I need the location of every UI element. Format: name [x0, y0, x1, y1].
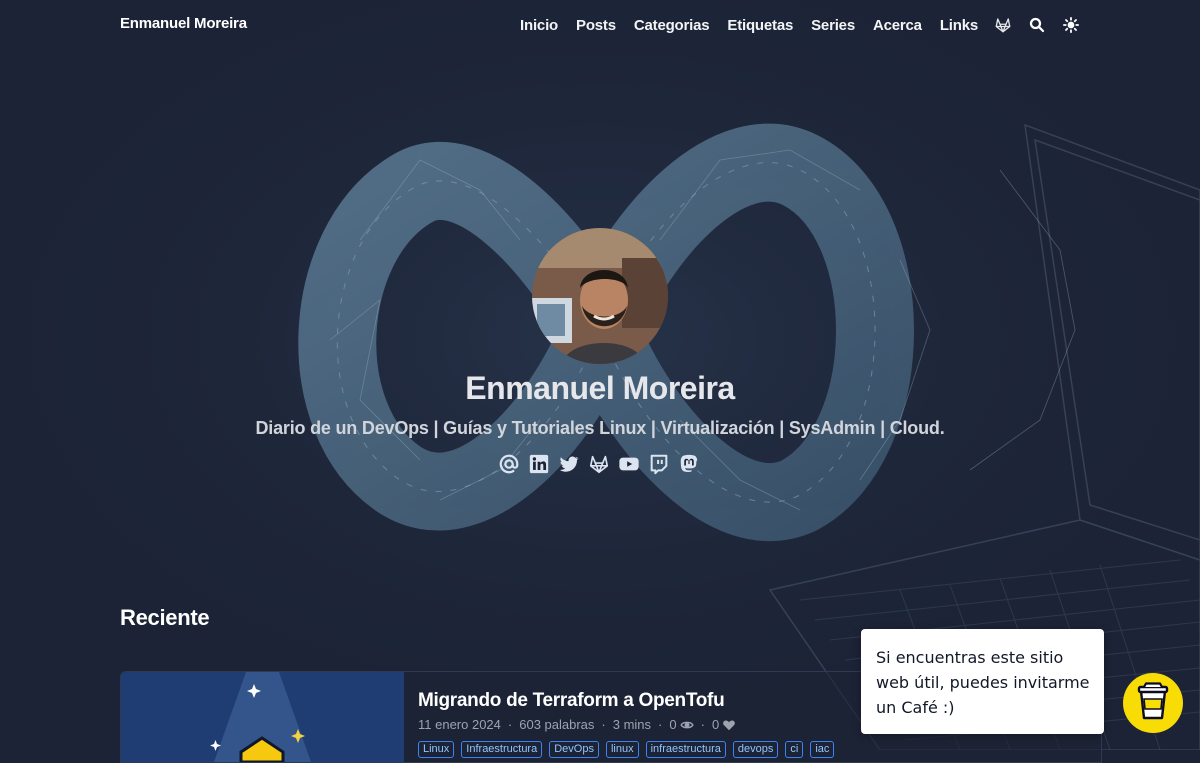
nav-link-categorias[interactable]: Categorias	[634, 17, 710, 34]
social-links	[498, 453, 708, 475]
linkedin-icon[interactable]	[528, 453, 550, 475]
post-read-time: 3 mins	[612, 717, 652, 732]
eye-icon	[680, 718, 694, 732]
meta-separator: ·	[700, 717, 705, 732]
recent-section-title: Reciente	[120, 605, 210, 630]
nav-link-etiquetas[interactable]: Etiquetas	[727, 17, 793, 34]
nav-link-acerca[interactable]: Acerca	[873, 17, 922, 34]
coffee-cup-icon	[1136, 681, 1170, 725]
post-title[interactable]: Migrando de Terraform a OpenTofu	[418, 690, 725, 712]
post-thumbnail	[121, 672, 404, 762]
gitlab-icon[interactable]	[588, 453, 610, 475]
post-views: 0	[669, 717, 677, 732]
mastodon-icon[interactable]	[678, 453, 700, 475]
meta-separator: ·	[601, 717, 606, 732]
heart-icon[interactable]	[722, 718, 736, 732]
coffee-message-bubble: Si encuentras este sitio web útil, puede…	[861, 629, 1104, 734]
meta-separator: ·	[658, 717, 663, 732]
nav-link-links[interactable]: Links	[940, 17, 978, 34]
meta-separator: ·	[507, 717, 513, 732]
post-date: 11 enero 2024	[418, 717, 501, 732]
nav-link-series[interactable]: Series	[811, 17, 855, 34]
post-meta: 11 enero 2024 · 603 palabras · 3 mins · …	[418, 717, 736, 732]
nav-link-posts[interactable]: Posts	[576, 17, 616, 34]
avatar	[532, 228, 668, 364]
post-word-count: 603 palabras	[519, 717, 595, 732]
post-likes: 0	[711, 717, 720, 732]
hero-subtitle: Diario de un DevOps | Guías y Tutoriales…	[255, 418, 945, 438]
nav-link-inicio[interactable]: Inicio	[520, 17, 558, 34]
theme-toggle-icon[interactable]	[1062, 16, 1080, 34]
buy-me-a-coffee-button[interactable]	[1123, 673, 1183, 733]
youtube-icon[interactable]	[618, 453, 640, 475]
site-brand-link[interactable]: Enmanuel Moreira	[120, 15, 247, 32]
top-navbar: Enmanuel Moreira Inicio Posts Categorias…	[0, 0, 1200, 50]
gitlab-icon[interactable]	[994, 16, 1012, 34]
search-icon[interactable]	[1028, 16, 1046, 34]
nav-links: Inicio Posts Categorias Etiquetas Series…	[502, 12, 1080, 38]
email-icon[interactable]	[498, 453, 520, 475]
hero-name: Enmanuel Moreira	[465, 370, 735, 406]
coffee-message-text: Si encuentras este sitio web útil, puede…	[876, 648, 1090, 717]
twitch-icon[interactable]	[648, 453, 670, 475]
twitter-icon[interactable]	[558, 453, 580, 475]
